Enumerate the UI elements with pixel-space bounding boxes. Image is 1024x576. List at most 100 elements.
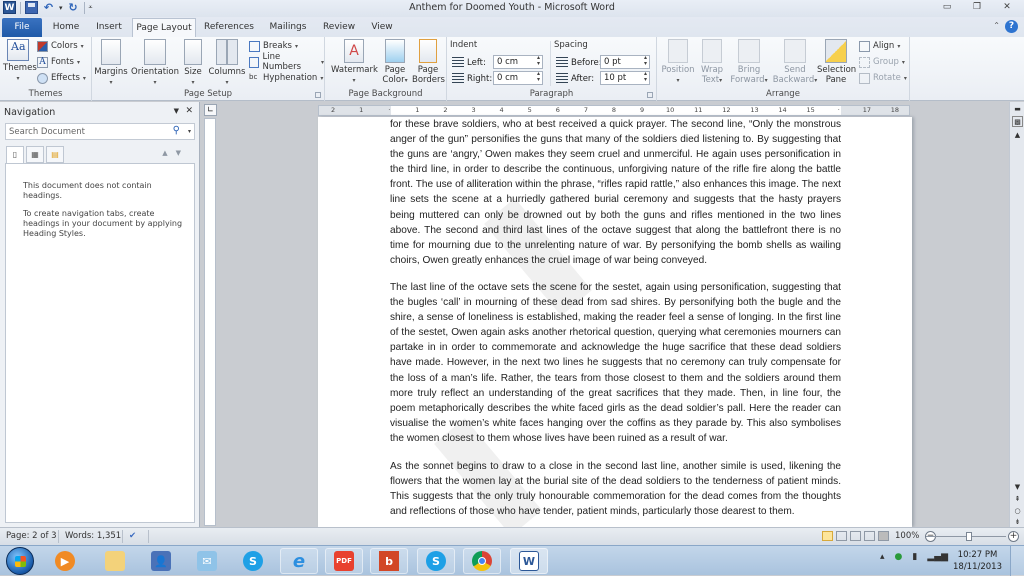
proofing-icon[interactable]: ✔ — [129, 531, 136, 541]
paragraph-launcher-icon[interactable] — [647, 92, 653, 98]
tab-mailings[interactable]: Mailings — [262, 18, 314, 37]
selection-pane-button[interactable]: Selection Pane — [817, 39, 856, 85]
tab-insert[interactable]: Insert — [88, 18, 130, 37]
page-setup-launcher-icon[interactable] — [315, 92, 321, 98]
tab-review[interactable]: Review — [318, 18, 360, 37]
send-backward-label-2: Backward — [772, 75, 815, 85]
document-page[interactable]: for these brave soldiers, who at best re… — [318, 117, 912, 527]
next-icon[interactable]: ▼ — [176, 149, 189, 157]
search-icon[interactable]: ⚲ — [173, 125, 180, 136]
taskbar-explorer[interactable] — [96, 548, 134, 574]
word-count[interactable]: Words: 1,351 — [65, 531, 121, 541]
breaks-button[interactable]: Breaks ▾ — [249, 39, 298, 53]
group-button[interactable]: Group ▾ — [859, 55, 905, 69]
clock[interactable]: 10:27 PM 18/11/2013 — [953, 549, 1002, 573]
draft-icon[interactable] — [878, 531, 889, 541]
pane-options-icon[interactable]: ▼ — [174, 107, 179, 115]
browse-results-tab[interactable]: ▤ — [46, 146, 64, 163]
spacing-before-icon — [556, 57, 568, 68]
ruler-tick-label: 4 — [499, 106, 504, 114]
page-color-button[interactable]: Page Color▾ — [381, 39, 409, 86]
scroll-down-icon[interactable]: ▼ — [1012, 482, 1023, 493]
safely-remove-hardware-icon[interactable]: ● — [895, 552, 903, 562]
web-layout-icon[interactable] — [850, 531, 861, 541]
taskbar-mail[interactable]: ✉ — [188, 548, 226, 574]
horizontal-ruler[interactable]: 2 1 · 1 2 3 4 5 6 7 8 9 10 11 12 13 14 15 · 17 18 — [318, 105, 910, 116]
tab-page-layout[interactable]: Page Layout — [132, 18, 196, 37]
align-button[interactable]: Align ▾ — [859, 39, 900, 53]
orientation-button[interactable]: Orientation ▾ — [130, 39, 180, 88]
tab-home[interactable]: Home — [46, 18, 86, 37]
show-desktop-button[interactable] — [1010, 546, 1024, 576]
page-count[interactable]: Page: 2 of 3 — [6, 531, 57, 541]
indent-right-input[interactable]: 0 cm — [493, 71, 543, 85]
fonts-button[interactable]: A Fonts ▾ — [37, 55, 80, 69]
tab-file[interactable]: File — [2, 18, 42, 37]
hyphenation-button[interactable]: bc Hyphenation ▾ — [249, 71, 323, 85]
view-ruler-icon[interactable]: ▬ — [1012, 104, 1023, 115]
taskbar-user-accounts[interactable]: 👤 — [142, 548, 180, 574]
start-button[interactable] — [6, 547, 34, 575]
taskbar-internet-explorer[interactable]: e — [280, 548, 318, 574]
zoom-slider-thumb[interactable] — [966, 532, 972, 541]
send-backward-button[interactable]: Send Backward▾ — [772, 39, 818, 86]
paragraph[interactable]: for these brave soldiers, who at best re… — [390, 117, 841, 268]
restore-icon[interactable]: ❐ — [970, 2, 984, 13]
full-screen-reading-icon[interactable] — [836, 531, 847, 541]
vertical-ruler[interactable] — [204, 118, 216, 526]
help-icon[interactable]: ? — [1005, 20, 1018, 33]
columns-button[interactable]: Columns ▾ — [208, 39, 246, 88]
tab-view[interactable]: View — [364, 18, 400, 37]
rotate-button[interactable]: Rotate ▾ — [859, 71, 907, 85]
select-browse-object-icon[interactable]: ○ — [1012, 506, 1023, 517]
colors-icon — [37, 40, 48, 52]
position-button[interactable]: Position ▾ — [660, 39, 696, 86]
browse-pages-tab[interactable]: ▦ — [26, 146, 44, 163]
previous-page-icon[interactable]: ⇞ — [1012, 494, 1023, 505]
zoom-in-icon[interactable]: + — [1008, 531, 1019, 542]
zoom-level[interactable]: 100% — [895, 531, 919, 541]
close-icon[interactable]: ✕ — [185, 106, 193, 116]
size-button[interactable]: Size ▾ — [182, 39, 204, 88]
power-icon[interactable]: ▮ — [912, 552, 917, 562]
line-numbers-button[interactable]: Line Numbers ▾ — [249, 52, 324, 72]
margins-button[interactable]: Margins ▾ — [94, 39, 128, 88]
browse-headings-tab[interactable]: ▯ — [6, 146, 24, 164]
bring-forward-button[interactable]: Bring Forward▾ — [729, 39, 769, 86]
print-layout-icon[interactable] — [822, 531, 833, 541]
tab-references[interactable]: References — [200, 18, 258, 37]
minimize-ribbon-icon[interactable]: ⌃ — [993, 21, 1000, 30]
show-hidden-icons-icon[interactable]: ▴ — [880, 552, 885, 562]
spacing-before-input[interactable]: 0 pt — [600, 55, 650, 69]
taskbar-skype-2[interactable]: S — [417, 548, 455, 574]
paragraph[interactable]: As the sonnet begins to draw to a close … — [390, 459, 841, 519]
themes-button[interactable]: Aa Themes ▾ — [3, 39, 37, 84]
effects-button[interactable]: Effects ▾ — [37, 71, 86, 85]
search-document-input[interactable]: Search Document ⚲ ▾ — [5, 123, 195, 140]
ruler-toggle-icon[interactable]: ▩ — [1012, 116, 1023, 127]
spacing-after-input[interactable]: 10 pt — [600, 71, 650, 85]
paragraph[interactable]: The last line of the octave sets the sce… — [390, 280, 841, 446]
close-icon[interactable]: ✕ — [1000, 2, 1014, 13]
taskbar-word[interactable]: W — [510, 548, 548, 574]
taskbar-bing[interactable]: b — [370, 548, 408, 574]
taskbar-skype[interactable]: S — [234, 548, 272, 574]
colors-button[interactable]: Colors ▾ — [37, 39, 84, 53]
taskbar-media-player[interactable]: ▶ — [46, 548, 84, 574]
taskbar-chrome[interactable] — [463, 548, 501, 574]
indent-left-input[interactable]: 0 cm — [493, 55, 543, 69]
wrap-text-button[interactable]: Wrap Text▾ — [699, 39, 725, 86]
outline-icon[interactable] — [864, 531, 875, 541]
watermark-button[interactable]: A Watermark ▾ — [331, 39, 378, 86]
minimize-icon[interactable]: ▭ — [940, 2, 954, 13]
vertical-scrollbar[interactable]: ▬ ▩ ▲ ▼ ⇞ ○ ⇟ — [1009, 102, 1024, 527]
tab-selector-button[interactable]: ∟ — [204, 104, 217, 116]
pages-grid-icon: ▦ — [31, 150, 39, 159]
scroll-up-icon[interactable]: ▲ — [1012, 130, 1023, 141]
taskbar-pdf[interactable]: PDF — [325, 548, 363, 574]
search-options-icon[interactable]: ▾ — [188, 128, 191, 135]
page-borders-button[interactable]: Page Borders — [412, 39, 445, 85]
network-icon[interactable]: ▂▄▆ — [927, 552, 948, 562]
ruler-tick-label: 18 — [890, 106, 900, 114]
previous-icon[interactable]: ▲ — [162, 149, 175, 157]
